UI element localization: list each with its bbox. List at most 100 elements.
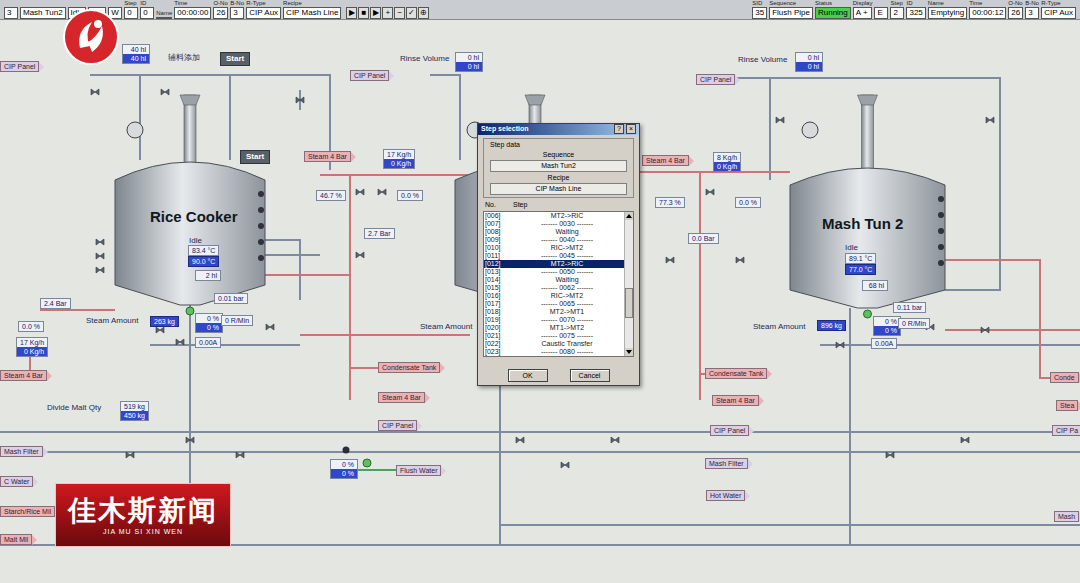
step-row[interactable]: [011]------- 0045 ------- bbox=[484, 252, 624, 260]
title-button[interactable]: ? bbox=[614, 124, 624, 134]
start-button[interactable]: Start bbox=[240, 150, 270, 164]
toolbar-button[interactable]: ▶ bbox=[370, 7, 381, 19]
toolbar-button[interactable]: + bbox=[382, 7, 393, 19]
valve-icon[interactable] bbox=[91, 89, 99, 95]
value-field: 0.0 % bbox=[735, 197, 761, 208]
valve-icon[interactable] bbox=[961, 437, 969, 443]
start-button[interactable]: Start bbox=[220, 52, 250, 66]
valve-icon[interactable] bbox=[836, 342, 844, 348]
step-row[interactable]: [006]MT2->RIC bbox=[484, 212, 624, 220]
setpoint-field[interactable]: 77.0 °C bbox=[845, 264, 876, 275]
valve-icon[interactable] bbox=[378, 189, 386, 195]
scroll-up-icon[interactable] bbox=[625, 212, 633, 220]
valve-icon[interactable] bbox=[736, 257, 744, 263]
valve-icon[interactable] bbox=[96, 239, 104, 245]
step-row[interactable]: [023]------- 0080 ------- bbox=[484, 348, 624, 356]
valve-icon[interactable] bbox=[356, 252, 364, 258]
valve-icon[interactable] bbox=[96, 253, 104, 259]
toolbar-button[interactable]: ⊕ bbox=[418, 7, 429, 19]
step-row[interactable]: [016]RIC->MT2 bbox=[484, 292, 624, 300]
pipe-tag[interactable]: Conde bbox=[1050, 372, 1080, 383]
valve-icon[interactable] bbox=[706, 189, 714, 195]
valve-icon[interactable] bbox=[666, 257, 674, 263]
toolbar-button[interactable]: ■ bbox=[358, 7, 369, 19]
step-selection-dialog[interactable]: Step selection?×Step dataSequenceMash Tu… bbox=[477, 123, 640, 386]
pipe-tag[interactable]: CIP Panel bbox=[378, 420, 422, 431]
mash-tun-2-vessel[interactable] bbox=[790, 95, 945, 318]
scroll-thumb[interactable] bbox=[625, 288, 633, 318]
step-row[interactable]: [010]RIC->MT2 bbox=[484, 244, 624, 252]
pump-icon[interactable] bbox=[343, 447, 350, 454]
step-list[interactable]: [006]MT2->RIC[007]------- 0030 -------[0… bbox=[483, 211, 634, 357]
title-button[interactable]: × bbox=[626, 124, 636, 134]
step-row[interactable]: [014]Waiting bbox=[484, 276, 624, 284]
valve-icon[interactable] bbox=[186, 437, 194, 443]
setpoint-field[interactable]: 263 kg bbox=[150, 316, 179, 327]
pipe-tag[interactable]: CIP Panel bbox=[710, 425, 754, 436]
step-row[interactable]: [017]------- 0065 ------- bbox=[484, 300, 624, 308]
valve-icon[interactable] bbox=[886, 452, 894, 458]
news-banner: 佳木斯新闻JIA MU SI XIN WEN bbox=[55, 483, 231, 547]
pipe bbox=[265, 240, 300, 300]
valve-icon[interactable] bbox=[776, 117, 784, 123]
pipe-tag[interactable]: Stea bbox=[1056, 400, 1080, 411]
label: Rinse Volume bbox=[400, 54, 449, 64]
pipe-tag[interactable]: Steam 4 Bar bbox=[0, 370, 52, 381]
rice-cooker-vessel[interactable] bbox=[115, 95, 265, 315]
valve-icon[interactable] bbox=[986, 117, 994, 123]
step-row[interactable]: [021]------- 0075 ------- bbox=[484, 332, 624, 340]
pipe-tag[interactable]: Mash bbox=[1054, 511, 1080, 522]
pipe-tag[interactable]: CIP Panel bbox=[0, 61, 44, 72]
pipe-tag[interactable]: Mash Filter bbox=[0, 446, 48, 457]
step-row[interactable]: [020]MT1->MT2 bbox=[484, 324, 624, 332]
pipe-tag[interactable]: Condensate Tank bbox=[705, 368, 772, 379]
pipe-tag[interactable]: Steam 4 Bar bbox=[642, 155, 694, 166]
valve-icon[interactable] bbox=[516, 437, 524, 443]
valve-icon[interactable] bbox=[611, 437, 619, 443]
toolbar-button[interactable]: ✓ bbox=[406, 7, 417, 19]
pipe-tag[interactable]: Steam 4 Bar bbox=[378, 392, 430, 403]
pipe-tag[interactable]: Mash Filter bbox=[705, 458, 753, 469]
valve-icon[interactable] bbox=[126, 452, 134, 458]
valve-icon[interactable] bbox=[236, 452, 244, 458]
step-row[interactable]: [015]------- 0062 ------- bbox=[484, 284, 624, 292]
pipe-tag[interactable]: CIP Panel bbox=[350, 70, 394, 81]
toolbar-button[interactable]: ▶ bbox=[346, 7, 357, 19]
valve-icon[interactable] bbox=[96, 267, 104, 273]
step-row[interactable]: [013]------- 0050 ------- bbox=[484, 268, 624, 276]
step-row[interactable]: [007]------- 0030 ------- bbox=[484, 220, 624, 228]
pipe-tag[interactable]: CIP Panel bbox=[696, 74, 740, 85]
dialog-title-bar[interactable]: Step selection?× bbox=[478, 124, 639, 135]
valve-icon[interactable] bbox=[561, 462, 569, 468]
pipe-tag[interactable]: Condensate Tank bbox=[378, 362, 445, 373]
valve-icon[interactable] bbox=[156, 327, 164, 333]
pipe-tag[interactable]: Steam 4 Bar bbox=[304, 151, 356, 162]
dialog-button[interactable]: OK bbox=[508, 369, 548, 382]
valve-icon[interactable] bbox=[161, 89, 169, 95]
setpoint-field[interactable]: 90.0 °C bbox=[188, 256, 219, 267]
step-row[interactable]: [009]------- 0040 ------- bbox=[484, 236, 624, 244]
pipe-tag[interactable]: Steam 4 Bar bbox=[712, 395, 764, 406]
scroll-down-icon[interactable] bbox=[625, 348, 633, 356]
step-row[interactable]: [012]MT2->RIC bbox=[484, 260, 624, 268]
pipe-tag[interactable]: C Water bbox=[0, 476, 38, 487]
valve-icon[interactable] bbox=[176, 339, 184, 345]
pipe-tag[interactable]: Hot Water bbox=[706, 490, 750, 501]
scrollbar[interactable] bbox=[624, 212, 633, 356]
step-row[interactable]: [018]MT2->MT1 bbox=[484, 308, 624, 316]
pipe-tag[interactable]: CIP Pa bbox=[1052, 425, 1080, 436]
valve-icon[interactable] bbox=[266, 324, 274, 330]
pipe-tag[interactable]: Malt Mil bbox=[0, 534, 37, 545]
valve-icon[interactable] bbox=[296, 97, 304, 103]
setpoint-field[interactable]: 896 kg bbox=[817, 320, 846, 331]
pipe-tag[interactable]: Flush Water bbox=[396, 465, 446, 476]
pipe-tag[interactable]: Starch/Rice Mil bbox=[0, 506, 60, 517]
step-row[interactable]: [008]Waiting bbox=[484, 228, 624, 236]
step-row[interactable]: [022]Caustic Transfer bbox=[484, 340, 624, 348]
toolbar-button[interactable]: − bbox=[394, 7, 405, 19]
step-row[interactable]: [019]------- 0070 ------- bbox=[484, 316, 624, 324]
valve-icon[interactable] bbox=[356, 189, 364, 195]
valve-icon[interactable] bbox=[981, 327, 989, 333]
dialog-button[interactable]: Cancel bbox=[570, 369, 610, 382]
pump-icon[interactable] bbox=[363, 459, 371, 467]
